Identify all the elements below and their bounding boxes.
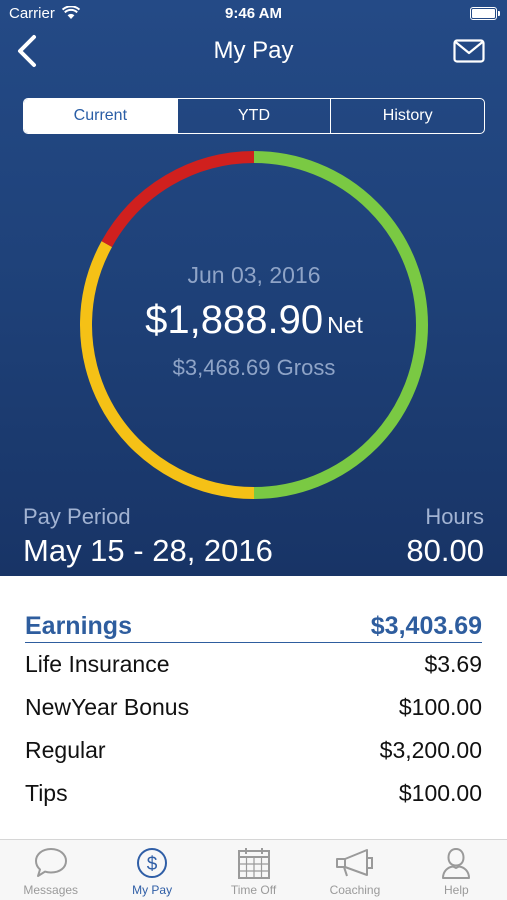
gross-pay: $3,468.69 Gross	[172, 355, 336, 380]
segment-ytd[interactable]: YTD	[176, 99, 331, 133]
tab-time-off[interactable]: Time Off	[203, 840, 304, 900]
battery-icon	[470, 7, 500, 20]
tab-label: Time Off	[230, 883, 277, 897]
earnings-row: Life Insurance $3.69	[25, 651, 482, 681]
tab-label: Messages	[23, 883, 79, 897]
earnings-total: $3,403.69	[370, 612, 482, 640]
earnings-title: Earnings	[25, 612, 132, 640]
person-icon	[442, 847, 471, 879]
net-amount: $1,888.90	[145, 298, 324, 342]
earnings-header[interactable]: Earnings $3,403.69	[25, 610, 482, 643]
period-segmented-control: Current YTD History	[23, 98, 485, 134]
navigation-bar: My Pay	[0, 28, 507, 74]
chat-bubble-icon	[34, 848, 67, 877]
hours-label: Hours	[425, 504, 484, 529]
hours-value: 80.00	[406, 533, 484, 568]
tab-messages[interactable]: Messages	[0, 840, 101, 900]
tab-help[interactable]: Help	[406, 840, 507, 900]
calendar-icon	[237, 848, 270, 879]
pay-period-value: May 15 - 28, 2016	[23, 533, 273, 568]
envelope-icon[interactable]	[453, 39, 485, 63]
tab-coaching[interactable]: Coaching	[304, 840, 405, 900]
segment-history[interactable]: History	[330, 99, 484, 133]
status-bar: Carrier 9:46 AM	[0, 0, 507, 28]
earning-amount: $100.00	[398, 694, 482, 720]
earning-amount: $100.00	[398, 780, 482, 806]
earning-name: NewYear Bonus	[25, 694, 190, 720]
page-title: My Pay	[213, 37, 294, 64]
tab-label: Coaching	[329, 883, 381, 897]
svg-text:$: $	[147, 854, 158, 875]
tab-bar: Messages $ My Pay Time Off Coaching Help	[0, 839, 507, 900]
segment-current[interactable]: Current	[24, 99, 177, 133]
earnings-row: Regular $3,200.00	[25, 737, 482, 767]
earnings-row: Tips $100.00	[25, 780, 482, 810]
earning-amount: $3,200.00	[379, 737, 482, 763]
pay-date: Jun 03, 2016	[187, 262, 321, 288]
tab-my-pay[interactable]: $ My Pay	[101, 840, 202, 900]
earning-name: Regular	[25, 737, 106, 763]
clock: 9:46 AM	[225, 5, 282, 22]
pay-period-label: Pay Period	[23, 504, 131, 529]
earning-name: Tips	[25, 780, 68, 806]
tab-label: Help	[443, 883, 469, 897]
pay-summary-header: Carrier 9:46 AM My Pay Current YTD Histo…	[0, 0, 507, 576]
dollar-circle-icon: $	[137, 848, 168, 878]
earning-amount: $3.69	[424, 651, 482, 677]
net-label: Net	[327, 312, 363, 338]
earning-name: Life Insurance	[25, 651, 170, 677]
ring-summary: Jun 03, 2016 $1,888.90 Net $3,468.69 Gros…	[79, 150, 429, 500]
tab-label: My Pay	[132, 883, 173, 897]
megaphone-icon	[335, 849, 373, 877]
earnings-row: NewYear Bonus $100.00	[25, 694, 482, 724]
net-pay: $1,888.90 Net	[79, 298, 429, 343]
